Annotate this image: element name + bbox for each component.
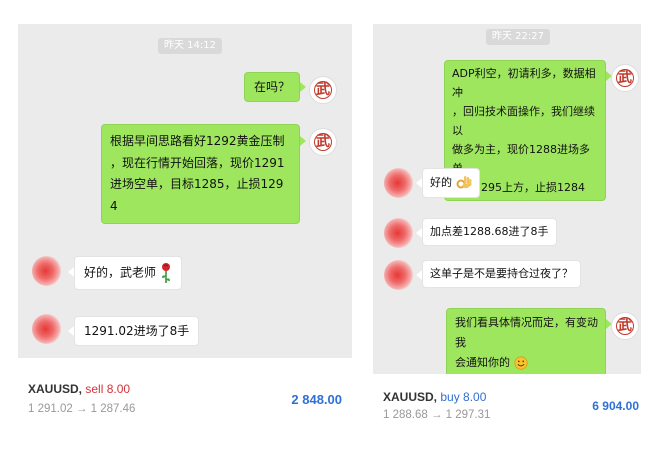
avatar-glyph: 武 — [316, 134, 330, 150]
message-text: 1291.02进场了8手 — [84, 324, 190, 338]
message-text: 好的，武老师 — [84, 265, 157, 280]
message-text: 好的 — [430, 176, 452, 189]
trade-action: buy 8.00 — [440, 390, 487, 404]
message-bubble[interactable]: 好的 — [422, 168, 480, 198]
trade-record-buy[interactable]: XAUUSD, buy 8.00 1 288.68 → 1 297.31 6 9… — [373, 382, 641, 430]
avatar[interactable]: 武 — [611, 64, 639, 92]
avatar-blurred[interactable] — [384, 218, 414, 248]
avatar[interactable]: 武 — [309, 76, 337, 104]
ok-hand-icon — [456, 176, 471, 189]
timestamp: 昨天 22:27 — [486, 29, 550, 45]
trade-symbol: XAUUSD, sell 8.00 — [28, 382, 130, 396]
message-line: 根据早间思路看好1292黄金压制 — [110, 134, 285, 148]
avatar-blurred[interactable] — [32, 256, 62, 286]
message-text: 在吗？ — [253, 80, 290, 94]
message-line: ADP利空，初请利多，数据相冲 — [452, 67, 596, 99]
message-bubble[interactable]: 1291.02进场了8手 — [74, 316, 200, 346]
avatar[interactable]: 武 — [309, 128, 337, 156]
message-bubble[interactable]: 好的，武老师 — [74, 256, 182, 290]
avatar-blurred[interactable] — [384, 168, 414, 198]
message-bubble[interactable]: 加点差1288.68进了8手 — [422, 218, 557, 246]
avatar-glyph: 武 — [316, 82, 330, 98]
trade-symbol: XAUUSD, buy 8.00 — [383, 390, 486, 404]
message-bubble[interactable]: 这单子是不是要持仓过夜了？ — [422, 260, 581, 288]
trade-action: sell 8.00 — [85, 382, 131, 396]
bubble-tail — [300, 136, 306, 146]
message-text: 这单子是不是要持仓过夜了？ — [430, 267, 573, 280]
avatar-glyph: 武 — [618, 70, 632, 86]
avatar-glyph: 武 — [618, 318, 632, 334]
timestamp: 昨天 14:12 — [158, 38, 222, 54]
avatar-blurred[interactable] — [32, 314, 62, 344]
message-text: 加点差1288.68进了8手 — [430, 225, 549, 238]
avatar[interactable]: 武 — [611, 312, 639, 340]
bubble-tail — [300, 82, 306, 92]
symbol-text: XAUUSD, — [383, 390, 438, 404]
chat-panel-right: 昨天 22:27 ADP利空，初请利多，数据相冲 ，回归技术面操作，我们继续以 … — [373, 24, 641, 374]
smile-icon — [513, 356, 528, 370]
message-bubble[interactable]: 我们看具体情况而定，有变动我 会通知你的 — [446, 308, 606, 374]
message-bubble[interactable]: 根据早间思路看好1292黄金压制 ，现在行情开始回落，现价1291 进场空单，目… — [101, 124, 300, 224]
message-line: 我们看具体情况而定，有变动我 — [455, 316, 598, 349]
message-line: 进场空单，目标1285，止损129 — [110, 177, 284, 191]
trade-record-sell[interactable]: XAUUSD, sell 8.00 1 291.02 → 1 287.46 2 … — [18, 372, 352, 424]
symbol-text: XAUUSD, — [28, 382, 83, 396]
trade-prices: 1 288.68 → 1 297.31 — [383, 409, 491, 421]
message-bubble[interactable]: 在吗？ — [243, 72, 300, 102]
message-line: ，现在行情开始回落，现价1291 — [110, 155, 285, 170]
rose-icon — [161, 263, 170, 283]
trade-profit: 2 848.00 — [291, 392, 342, 407]
chat-panel-left: 昨天 14:12 在吗？ 武 根据早间思路看好1292黄金压制 ，现在行情开始回… — [18, 24, 352, 358]
message-line: 4 — [110, 198, 118, 213]
trade-profit: 6 904.00 — [592, 399, 639, 413]
message-line-with-emoji: 会通知你的 — [455, 353, 599, 373]
message-line: 会通知你的 — [455, 356, 510, 369]
avatar-blurred[interactable] — [384, 260, 414, 290]
message-line: ，回归技术面操作，我们继续以 — [452, 105, 595, 137]
trade-prices: 1 291.02 → 1 287.46 — [28, 403, 136, 415]
